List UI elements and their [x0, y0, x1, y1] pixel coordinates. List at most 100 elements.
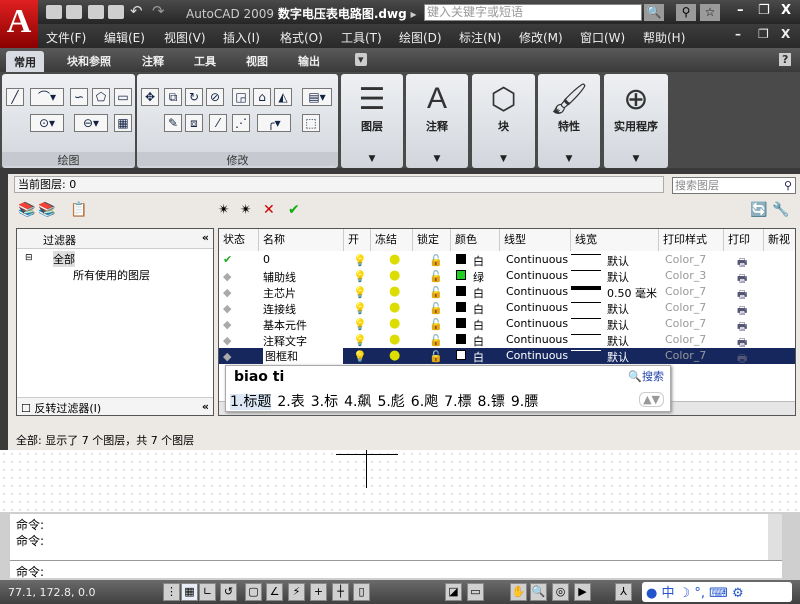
print-icon[interactable]	[108, 5, 124, 19]
ime-candidate[interactable]: 7.標	[444, 394, 471, 410]
hatch-icon[interactable]: ▦	[114, 114, 132, 132]
color-name[interactable]: 白	[473, 301, 484, 317]
open-file-icon[interactable]	[66, 5, 82, 19]
plot-style[interactable]: Color_7	[665, 285, 706, 298]
menu-tools[interactable]: 工具(T)	[341, 29, 382, 46]
array-icon[interactable]: ▤▾	[302, 88, 332, 106]
chevron-down-icon[interactable]: ▼	[538, 154, 600, 164]
copy-icon[interactable]: ⧉	[164, 88, 182, 106]
layer-name[interactable]: 连接线	[263, 301, 296, 317]
steeringwheel-icon[interactable]: ◎	[552, 583, 569, 601]
lineweight[interactable]: 默认	[607, 333, 629, 349]
set-current-icon[interactable]: ✔	[288, 202, 300, 218]
tree-item-all[interactable]: 全部	[53, 251, 75, 267]
help-icon[interactable]: ?	[779, 53, 792, 66]
lineweight-toggle[interactable]: ┼	[332, 583, 349, 601]
command-scrollbar[interactable]	[768, 514, 782, 560]
tab-tools[interactable]: 工具	[194, 53, 216, 69]
linetype[interactable]: Continuous	[506, 285, 568, 298]
menu-dimension[interactable]: 标注(N)	[459, 29, 501, 46]
invert-filter-checkbox[interactable]: ☐ 反转过滤器(I) «	[17, 397, 213, 415]
plot-style[interactable]: Color_7	[665, 317, 706, 330]
drawing-canvas[interactable]	[0, 450, 800, 512]
column-header[interactable]: 冻结	[371, 229, 413, 251]
app-menu-logo[interactable]: A	[0, 0, 38, 48]
layer-name[interactable]: 注释文字	[263, 333, 307, 349]
menu-format[interactable]: 格式(O)	[280, 29, 323, 46]
doc-minimize-button[interactable]: –	[735, 27, 741, 41]
menu-file[interactable]: 文件(F)	[46, 29, 86, 46]
otrack-toggle[interactable]: ∠	[266, 583, 283, 601]
layer-name[interactable]: 0	[263, 253, 270, 266]
osnap-toggle[interactable]: ▢	[245, 583, 262, 601]
column-header[interactable]: 打印样式	[659, 229, 724, 251]
chevron-down-icon[interactable]: ▼	[604, 154, 668, 164]
tab-overflow-icon[interactable]: ▾	[355, 53, 367, 66]
linetype[interactable]: Continuous	[506, 269, 568, 282]
ime-candidate[interactable]: 5.彪	[377, 394, 404, 410]
menu-draw[interactable]: 绘图(D)	[399, 29, 442, 46]
menu-window[interactable]: 窗口(W)	[580, 29, 625, 46]
polar-toggle[interactable]: ↺	[220, 583, 237, 601]
new-filter-icon[interactable]: 📚	[18, 202, 35, 218]
panel-label-draw[interactable]: 绘图	[2, 152, 135, 167]
tab-home[interactable]: 常用	[6, 51, 44, 72]
tab-blocks[interactable]: 块和参照	[67, 53, 111, 69]
ime-candidate[interactable]: 1.标题	[230, 394, 272, 410]
collapse-icon[interactable]: «	[202, 231, 209, 244]
lineweight[interactable]: 默认	[607, 253, 629, 269]
ime-input[interactable]: biao ti	[234, 369, 284, 385]
scale-icon[interactable]: ◲	[232, 88, 250, 106]
maximize-button[interactable]: ❐	[758, 3, 770, 18]
spline-icon[interactable]: ∽	[70, 88, 88, 106]
linetype[interactable]: Continuous	[506, 333, 568, 346]
panel-annotation[interactable]: A 注释 ▼	[406, 74, 468, 168]
erase-icon[interactable]: ✎	[164, 114, 182, 132]
layer-row[interactable]: ◆ 图框和 💡 ● 🔓 白 Continuous 默认 Color_7 🖶	[219, 348, 795, 365]
lineweight[interactable]: 默认	[607, 317, 629, 333]
color-name[interactable]: 绿	[473, 269, 484, 285]
chevron-down-icon[interactable]: ▼	[341, 154, 403, 164]
new-layer-icon[interactable]: ✴	[218, 202, 230, 218]
refresh-icon[interactable]: 🔄	[750, 202, 767, 218]
new-vp-frozen-layer-icon[interactable]: ✴	[240, 202, 252, 218]
column-header[interactable]: 名称	[259, 229, 344, 251]
status-icon[interactable]: ✔	[223, 253, 232, 266]
menu-view[interactable]: 视图(V)	[164, 29, 206, 46]
column-header[interactable]: 颜色	[451, 229, 500, 251]
panel-label-modify[interactable]: 修改	[137, 152, 338, 167]
new-file-icon[interactable]	[46, 5, 62, 19]
ime-candidate[interactable]: 2.表	[277, 394, 304, 410]
stretch-icon[interactable]: ⌂	[253, 88, 271, 106]
move-icon[interactable]: ✥	[141, 88, 159, 106]
plot-style[interactable]: Color_3	[665, 269, 706, 282]
explode-icon[interactable]: ⋰	[232, 114, 250, 132]
layer-row[interactable]: ◆ 主芯片 💡 ● 🔓 白 Continuous 0.50 毫米 Color_7 🖶	[219, 284, 795, 301]
rotate-icon[interactable]: ↻	[185, 88, 203, 106]
ime-candidate[interactable]: 8.镖	[478, 394, 505, 410]
color-name[interactable]: 白	[473, 285, 484, 301]
lineweight[interactable]: 默认	[607, 301, 629, 317]
ime-candidate[interactable]: 4.飙	[344, 394, 371, 410]
column-header[interactable]: 锁定	[413, 229, 451, 251]
layer-states-icon[interactable]: 📋	[70, 202, 87, 218]
ime-candidate[interactable]: 6.飑	[411, 394, 438, 410]
save-icon[interactable]	[88, 5, 104, 19]
ellipse-icon[interactable]: ⊖▾	[74, 114, 108, 132]
favorites-star-icon[interactable]: ☆	[700, 4, 720, 21]
column-header[interactable]: 线宽	[571, 229, 659, 251]
layer-row[interactable]: ◆ 辅助线 💡 ● 🔓 绿 Continuous 默认 Color_3 🖶	[219, 268, 795, 285]
showmotion-icon[interactable]: ▶	[574, 583, 591, 601]
color-name[interactable]: 白	[473, 333, 484, 349]
break-icon[interactable]: ⁄	[209, 114, 227, 132]
zoom-icon[interactable]: 🔍	[530, 583, 547, 601]
dyn-toggle[interactable]: +	[310, 583, 327, 601]
layer-row[interactable]: ◆ 连接线 💡 ● 🔓 白 Continuous 默认 Color_7 🖶	[219, 300, 795, 317]
mirror-icon[interactable]: ◭	[274, 88, 292, 106]
tree-collapse-toggle[interactable]: ⊟	[25, 253, 33, 263]
pan-icon[interactable]: ✋	[510, 583, 527, 601]
lineweight[interactable]: 0.50 毫米	[607, 285, 657, 301]
layer-row[interactable]: ◆ 注释文字 💡 ● 🔓 白 Continuous 默认 Color_7 🖶	[219, 332, 795, 349]
layer-name[interactable]: 主芯片	[263, 285, 296, 301]
panel-layers[interactable]: ☰ 图层 ▼	[341, 74, 403, 168]
